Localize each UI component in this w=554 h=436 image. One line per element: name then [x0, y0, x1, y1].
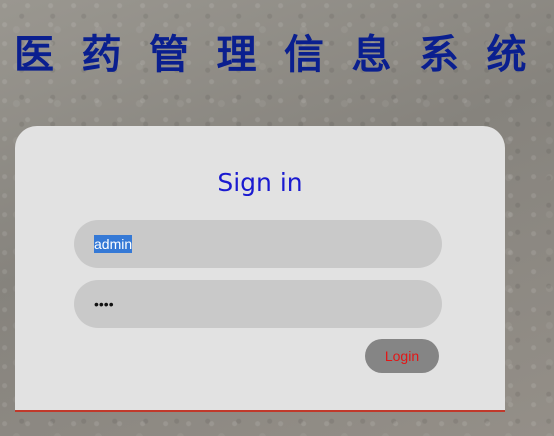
- password-field[interactable]: ••••: [74, 280, 442, 328]
- title-char: 管: [149, 31, 189, 78]
- title-char: 药: [81, 31, 122, 78]
- title-char: 息: [351, 31, 392, 78]
- title-char: 医: [14, 31, 54, 78]
- login-card: Sign in admin •••• Login: [15, 126, 505, 412]
- title-char: 系: [419, 31, 459, 78]
- username-value: admin: [94, 235, 133, 253]
- title-char: 信: [284, 31, 324, 78]
- username-field[interactable]: admin: [74, 220, 442, 268]
- sign-in-heading: Sign in: [217, 168, 303, 197]
- title-char: 理: [216, 31, 257, 78]
- login-button[interactable]: Login: [365, 339, 439, 373]
- app-title: 医 药 管 理 信 息 系 统: [14, 22, 554, 80]
- password-value: ••••: [94, 296, 114, 312]
- title-char: 统: [486, 31, 527, 78]
